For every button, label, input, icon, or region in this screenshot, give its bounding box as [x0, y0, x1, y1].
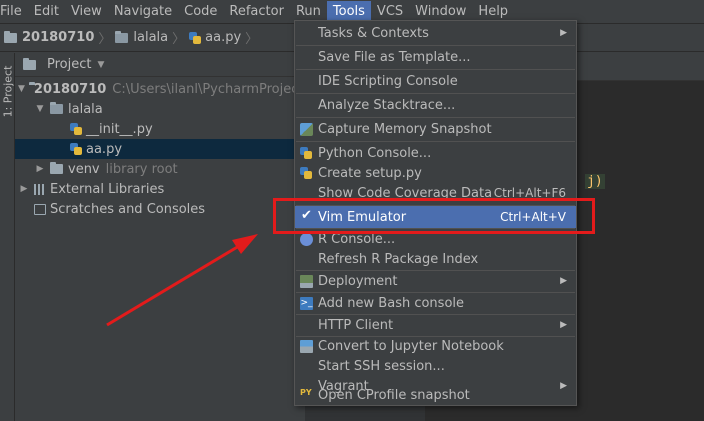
annotation-arrow-icon — [106, 234, 258, 327]
arrow-head — [232, 234, 258, 254]
arrow-shaft — [106, 241, 245, 327]
